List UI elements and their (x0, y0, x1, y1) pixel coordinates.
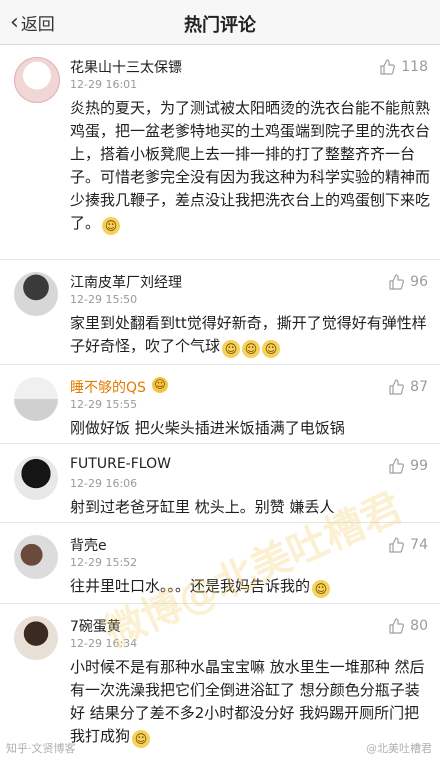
smile-emoji-icon: ☺ (222, 340, 241, 358)
like-count: 87 (410, 379, 428, 395)
laugh-emoji-icon: ☺ (312, 580, 331, 598)
thumbs-up-icon (389, 458, 405, 474)
commenter-name[interactable]: 7碗蛋黄 (70, 616, 121, 636)
member-badge-icon: ☺ (152, 377, 168, 393)
like-button[interactable]: 96 (388, 274, 428, 290)
comment-text: 小时候不是有那种水晶宝宝嘛 放水里生一堆那种 然后有一次洗澡我把它们全倒进浴缸了… (70, 658, 425, 748)
comment-time: 12-29 15:50 (70, 293, 138, 306)
thumbs-up-icon (389, 379, 405, 395)
like-count: 118 (401, 59, 428, 75)
comment-item: 7碗蛋黄 12-29 16:34 80 小时候不是有那种水晶宝宝嘛 放水里生一堆… (0, 604, 440, 760)
comment-item: FUTURE-FLOW 12-29 16:06 99 射到过老爸牙缸里 枕头上。… (0, 444, 440, 523)
like-button[interactable]: 87 (388, 379, 428, 395)
avatar[interactable] (14, 535, 58, 579)
comment-item: 花果山十三太保镖 12-29 16:01 118 炎热的夏天，为了测试被太阳晒烫… (0, 45, 440, 260)
comment-time: 12-29 15:55 (70, 398, 138, 411)
comment-item: 背壳e 12-29 15:52 74 往井里吐口水。。。还是我妈告诉我的 ☺ (0, 523, 440, 604)
thumbs-up-icon (389, 618, 405, 634)
like-count: 99 (410, 458, 428, 474)
like-button[interactable]: 118 (379, 59, 428, 75)
avatar[interactable] (14, 57, 60, 103)
smile-emoji-icon: ☺ (262, 340, 281, 358)
laugh-emoji-icon: ☺ (102, 217, 121, 235)
comment-text: 家里到处翻看到tt觉得好新奇，撕开了觉得好有弹性样子好奇怪，吹了个气球 ☺ ☺ ☺ (70, 314, 427, 358)
comment-time: 12-29 16:34 (70, 637, 138, 650)
smile-emoji-icon: ☺ (132, 730, 151, 748)
comment-item: 睡不够的QS ☺ 12-29 15:55 87 刚做好饭 把火柴头插进米饭插满了… (0, 365, 440, 444)
avatar[interactable] (14, 456, 58, 500)
avatar[interactable] (14, 377, 58, 421)
thumbs-up-icon (389, 537, 405, 553)
smile-emoji-icon: ☺ (242, 340, 261, 358)
like-button[interactable]: 74 (388, 537, 428, 553)
footer-left-text: 知乎·文贤博客 (6, 742, 76, 755)
comment-time: 12-29 16:01 (70, 78, 138, 91)
comment-time: 12-29 15:52 (70, 556, 138, 569)
comment-text: 往井里吐口水。。。还是我妈告诉我的 ☺ (70, 575, 430, 598)
comment-text: 炎热的夏天，为了测试被太阳晒烫的洗衣台能不能煎熟鸡蛋，把一盆老爹特地买的土鸡蛋端… (70, 99, 431, 235)
thumbs-up-icon (389, 274, 405, 290)
comment-time: 12-29 16:06 (70, 477, 138, 490)
commenter-name[interactable]: 睡不够的QS (70, 377, 146, 397)
like-button[interactable]: 80 (388, 618, 428, 634)
footer-right-text: @北美吐槽君 (366, 742, 432, 755)
avatar[interactable] (14, 616, 58, 660)
like-count: 80 (410, 618, 428, 634)
page-title: 热门评论 (184, 15, 256, 36)
top-bar: ‹ 返回 热门评论 (0, 0, 440, 45)
comment-item: 江南皮革厂刘经理 12-29 15:50 96 家里到处翻看到tt觉得好新奇，撕… (0, 260, 440, 365)
commenter-name[interactable]: 江南皮革厂刘经理 (70, 272, 182, 292)
comment-text: 射到过老爸牙缸里 枕头上。别赞 嫌丢人 (70, 498, 335, 516)
like-button[interactable]: 99 (388, 458, 428, 474)
thumbs-up-icon (380, 59, 396, 75)
like-count: 74 (410, 537, 428, 553)
commenter-name[interactable]: 背壳e (70, 535, 107, 555)
commenter-name[interactable]: 花果山十三太保镖 (70, 57, 182, 77)
commenter-name[interactable]: FUTURE-FLOW (70, 456, 171, 472)
comment-text: 刚做好饭 把火柴头插进米饭插满了电饭锅 (70, 419, 345, 437)
like-count: 96 (410, 274, 428, 290)
avatar[interactable] (14, 272, 58, 316)
